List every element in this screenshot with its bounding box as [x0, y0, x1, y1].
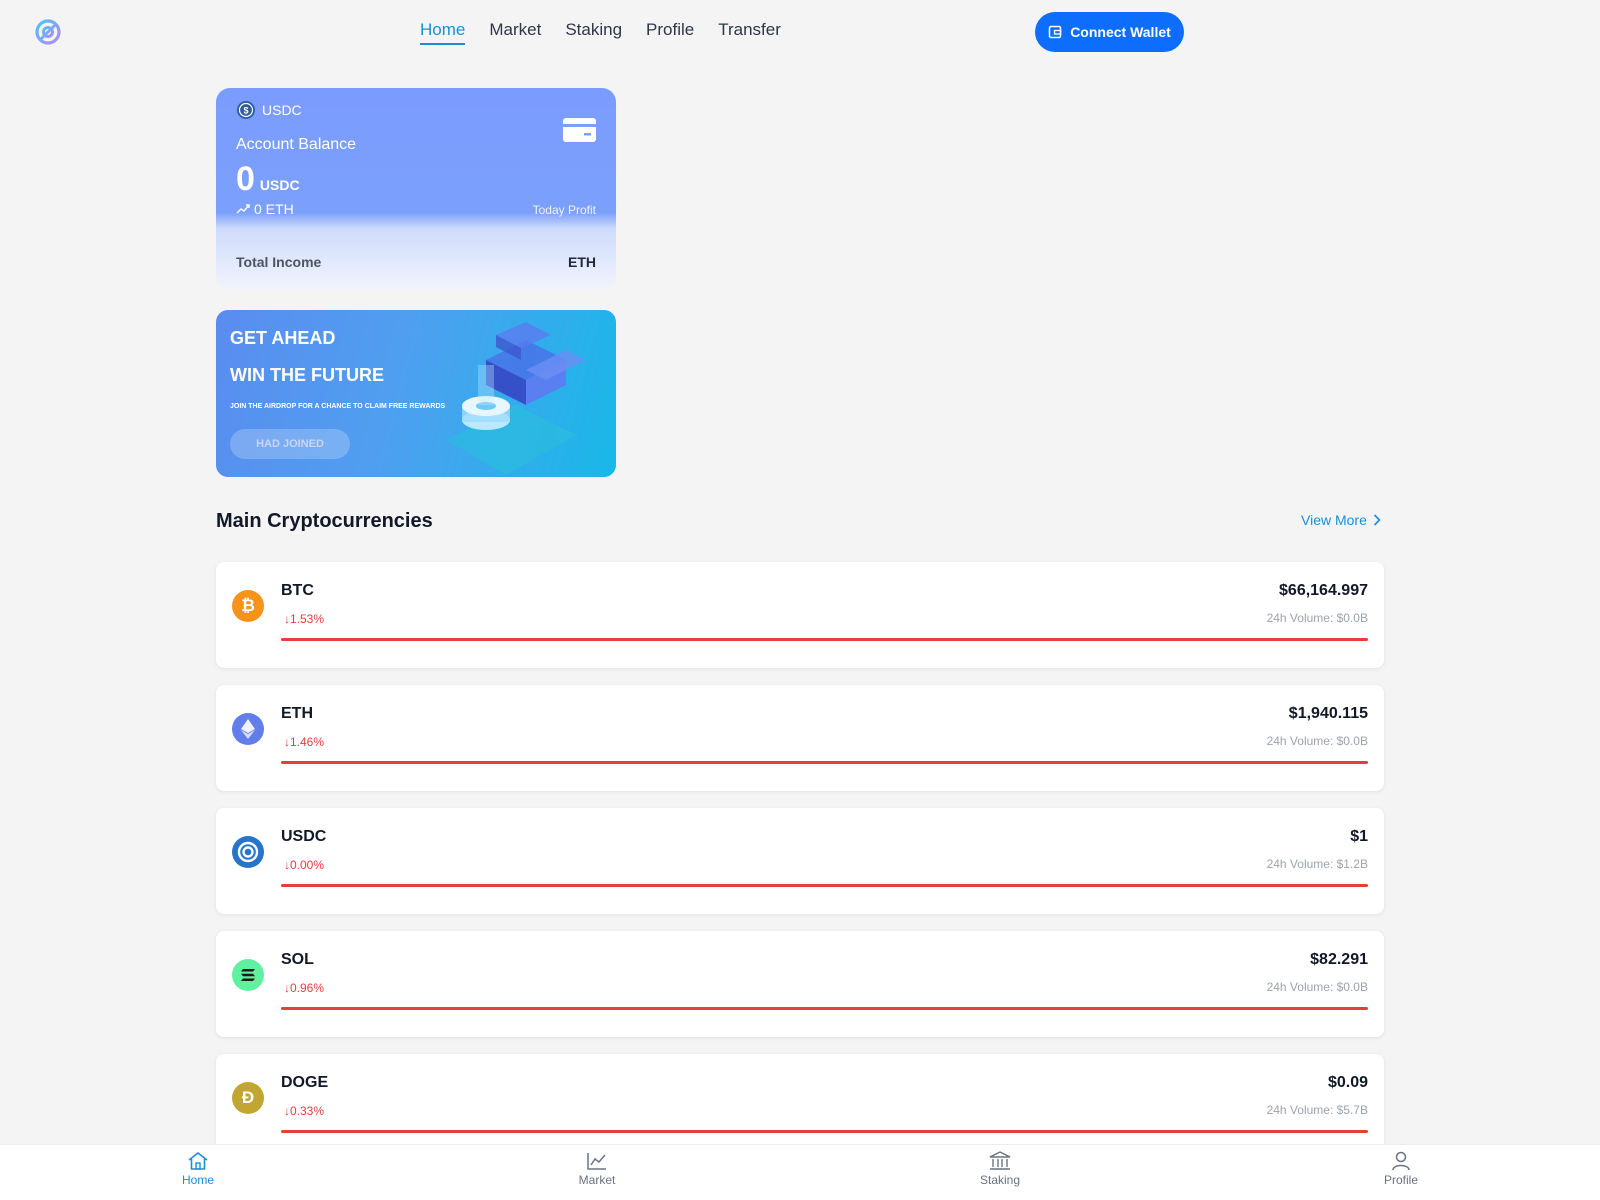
balance-eth: 0 ETH: [236, 201, 294, 217]
view-more-link[interactable]: View More: [1301, 512, 1381, 528]
trend-up-icon: [236, 204, 250, 214]
solana-icon: [232, 959, 264, 991]
balance-card: $ USDC Account Balance 0 USDC 0 ETH Toda…: [216, 88, 616, 289]
balance-coin-selector[interactable]: $ USDC: [236, 100, 302, 120]
coin-volume: 24h Volume: $0.0B: [1266, 611, 1368, 625]
dogecoin-icon: Ð: [232, 1082, 264, 1114]
coin-price: $66,164.997: [1279, 582, 1368, 599]
connect-wallet-label: Connect Wallet: [1070, 24, 1171, 40]
coin-symbol: BTC: [281, 582, 314, 599]
promo-title-line1: GET AHEAD: [230, 328, 336, 348]
total-income-unit: ETH: [568, 254, 596, 270]
coin-change: ↓1.53%: [284, 612, 325, 626]
usdc-icon: [232, 836, 264, 868]
coin-volume: 24h Volume: $5.7B: [1266, 1103, 1368, 1117]
coin-trend-bar: [281, 1130, 1368, 1133]
bottom-tab-bar: Home Market Staking Profile: [0, 1144, 1600, 1200]
chevron-right-icon: [1373, 514, 1381, 526]
nav-transfer[interactable]: Transfer: [718, 20, 781, 45]
connect-wallet-button[interactable]: Connect Wallet: [1035, 12, 1184, 52]
bank-icon: [989, 1151, 1011, 1170]
coin-row-btc[interactable]: ₿ BTC ↓1.53% $66,164.997 24h Volume: $0.…: [216, 562, 1384, 668]
balance-coin-label: USDC: [262, 102, 302, 118]
usdc-small-icon: $: [237, 101, 255, 119]
ethereum-icon: [232, 713, 264, 745]
coin-row-usdc[interactable]: USDC ↓0.00% $1 24h Volume: $1.2B: [216, 808, 1384, 914]
coin-row-eth[interactable]: ETH ↓1.46% $1,940.115 24h Volume: $0.0B: [216, 685, 1384, 791]
today-profit-label: Today Profit: [532, 203, 596, 217]
section-title: Main Cryptocurrencies: [216, 510, 433, 532]
balance-eth-value: 0 ETH: [254, 201, 294, 217]
tab-staking-label: Staking: [979, 1173, 1021, 1187]
tab-staking[interactable]: Staking: [960, 1151, 1040, 1187]
coin-trend-bar: [281, 638, 1368, 641]
coin-trend-bar: [281, 1007, 1368, 1010]
coin-price: $82.291: [1310, 951, 1368, 968]
coin-volume: 24h Volume: $1.2B: [1266, 857, 1368, 871]
nav-profile[interactable]: Profile: [646, 20, 694, 45]
coin-price: $1,940.115: [1288, 705, 1368, 722]
coin-trend-bar: [281, 761, 1368, 764]
tab-home[interactable]: Home: [158, 1151, 238, 1187]
main-nav: Home Market Staking Profile Transfer: [420, 20, 781, 45]
top-navbar: Home Market Staking Profile Transfer Con…: [0, 0, 1600, 64]
nav-home[interactable]: Home: [420, 20, 466, 45]
home-icon: [188, 1151, 208, 1170]
coin-trend-bar: [281, 884, 1368, 887]
balance-amount-value: 0: [236, 160, 255, 198]
nav-staking[interactable]: Staking: [565, 20, 622, 45]
coin-price: $0.09: [1327, 1074, 1368, 1091]
coin-symbol: ETH: [281, 705, 313, 722]
coin-symbol: USDC: [281, 828, 327, 845]
promo-subtitle: JOIN THE AIRDROP FOR A CHANCE TO CLAIM F…: [230, 403, 446, 410]
tab-market-label: Market: [578, 1173, 616, 1187]
coin-change: ↓0.96%: [284, 981, 325, 995]
tab-profile[interactable]: Profile: [1361, 1151, 1441, 1187]
account-balance-label: Account Balance: [236, 136, 357, 153]
coin-volume: 24h Volume: $0.0B: [1266, 734, 1368, 748]
bitcoin-icon: ₿: [232, 590, 264, 622]
view-more-label: View More: [1301, 512, 1367, 528]
tab-profile-label: Profile: [1383, 1173, 1418, 1187]
credit-card-icon: [563, 118, 596, 142]
coin-row-sol[interactable]: SOL ↓0.96% $82.291 24h Volume: $0.0B: [216, 931, 1384, 1037]
coin-price: $1: [1350, 828, 1368, 845]
chart-line-icon: [587, 1153, 606, 1170]
tab-home-label: Home: [181, 1173, 214, 1187]
balance-amount: 0 USDC: [236, 160, 300, 199]
had-joined-button[interactable]: HAD JOINED: [230, 429, 350, 459]
airdrop-promo-banner: GET AHEAD WIN THE FUTURE JOIN THE AIRDRO…: [216, 310, 616, 477]
promo-title-line2: WIN THE FUTURE: [230, 365, 384, 385]
coin-symbol: DOGE: [281, 1074, 329, 1091]
target-logo-icon[interactable]: [34, 18, 62, 46]
user-icon: [1392, 1151, 1410, 1171]
coin-volume: 24h Volume: $0.0B: [1266, 980, 1368, 994]
nav-market[interactable]: Market: [489, 20, 541, 45]
tab-market[interactable]: Market: [557, 1151, 637, 1187]
svg-text:$: $: [243, 106, 248, 116]
coin-change: ↓1.46%: [284, 735, 325, 749]
wallet-icon: [1048, 25, 1062, 39]
total-income-label: Total Income: [236, 254, 322, 270]
isometric-server-illustration: [446, 322, 586, 475]
coin-change: ↓0.00%: [284, 858, 325, 872]
balance-amount-unit: USDC: [259, 177, 300, 193]
coin-symbol: SOL: [281, 951, 314, 968]
coin-change: ↓0.33%: [284, 1104, 325, 1118]
